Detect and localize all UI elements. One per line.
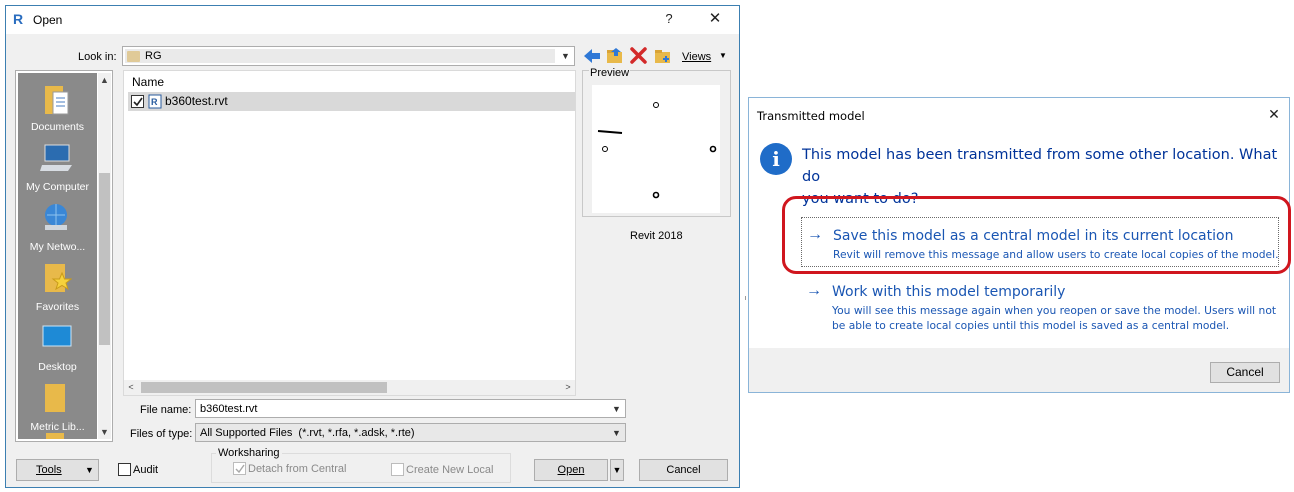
views-menu[interactable]: Views <box>682 50 711 64</box>
preview-label: Preview <box>589 66 631 80</box>
worksharing-label: Worksharing <box>216 446 282 460</box>
chevron-down-icon: ▼ <box>85 465 94 475</box>
audit-checkbox[interactable] <box>118 463 131 476</box>
file-row[interactable]: R b360test.rvt <box>128 92 575 111</box>
create-local-label: Create New Local <box>406 464 494 476</box>
documents-icon <box>45 86 69 115</box>
place-metric-library[interactable]: Metric Lib... <box>18 377 97 437</box>
preview-panel <box>582 70 731 217</box>
place-label: My Computer <box>25 181 89 193</box>
place-label: Documents <box>30 121 85 133</box>
cancel-button[interactable]: Cancel <box>639 459 728 481</box>
option-work-temporarily[interactable]: → Work with this model temporarily You w… <box>801 281 1279 337</box>
new-folder-icon[interactable] <box>654 47 672 64</box>
column-header-name[interactable]: Name <box>132 75 164 89</box>
back-arrow-icon[interactable] <box>583 48 601 64</box>
file-name-input[interactable]: b360test.rvt ▼ <box>195 399 626 418</box>
title-bar: R Open ? ✕ <box>6 6 739 34</box>
svg-text:R: R <box>151 97 158 107</box>
tools-label: Tools <box>36 464 62 476</box>
close-button[interactable]: ✕ <box>1264 104 1284 124</box>
delete-icon[interactable] <box>630 47 647 64</box>
selection-highlight <box>125 49 555 63</box>
rvt-file-icon: R <box>148 94 162 109</box>
help-button[interactable]: ? <box>659 9 679 29</box>
scroll-up-icon[interactable]: ▲ <box>98 73 111 87</box>
open-dialog: R Open ? ✕ Look in: RG ▼ Views ▼ Documen… <box>5 5 740 488</box>
version-label: Revit 2018 <box>630 230 683 242</box>
detach-label: Detach from Central <box>248 463 347 475</box>
place-label: Desktop <box>38 361 77 373</box>
scroll-thumb[interactable] <box>141 382 387 393</box>
look-in-label: Look in: <box>78 51 117 63</box>
chevron-down-icon[interactable]: ▼ <box>608 424 625 441</box>
place-label: My Netwo... <box>29 241 86 253</box>
arrow-right-icon: → <box>806 282 822 299</box>
place-documents[interactable]: Documents <box>18 77 97 137</box>
open-label: Open <box>557 464 585 476</box>
files-of-type-select[interactable]: All Supported Files (*.rvt, *.rfa, *.ads… <box>195 423 626 442</box>
place-network[interactable]: My Netwo... <box>18 197 97 257</box>
scroll-right-icon[interactable]: > <box>561 380 575 395</box>
dialog-title: Transmitted model <box>757 109 865 123</box>
horizontal-scrollbar[interactable]: < > <box>124 380 575 395</box>
create-local-checkbox[interactable] <box>391 463 404 476</box>
scroll-thumb[interactable] <box>99 173 110 345</box>
detach-checkbox[interactable] <box>233 462 246 475</box>
network-icon <box>45 204 67 230</box>
open-button[interactable]: Open <box>534 459 608 481</box>
places-sidebar: Documents My Computer My Netwo... Favori… <box>15 70 113 442</box>
close-button[interactable]: ✕ <box>705 9 725 29</box>
revit-logo-icon: R <box>13 11 24 27</box>
audit-label: Audit <box>133 464 159 476</box>
scroll-left-icon[interactable]: < <box>124 380 138 395</box>
places-list: Documents My Computer My Netwo... Favori… <box>18 73 97 439</box>
option-detail: You will see this message again when you… <box>832 304 1277 317</box>
desktop-icon <box>42 325 72 347</box>
option-heading: Work with this model temporarily <box>832 284 1066 300</box>
chevron-down-icon[interactable]: ▼ <box>557 47 574 65</box>
tools-button[interactable]: Tools ▼ <box>16 459 99 481</box>
places-scrollbar[interactable]: ▲ ▼ <box>98 73 111 439</box>
info-icon: i <box>760 143 792 175</box>
preview-thumbnail <box>592 85 720 213</box>
message-line: This model has been transmitted from som… <box>802 147 1278 185</box>
look-in-combo[interactable]: RG ▼ <box>122 46 575 66</box>
highlight-ring <box>782 196 1291 274</box>
file-list: Name R b360test.rvt < > <box>123 70 576 396</box>
place-my-computer[interactable]: My Computer <box>18 137 97 197</box>
files-of-type-value: All Supported Files (*.rvt, *.rfa, *.ads… <box>200 427 415 439</box>
look-in-value: RG <box>145 50 162 62</box>
file-name-value: b360test.rvt <box>200 403 258 415</box>
option-detail: be able to create local copies until thi… <box>832 319 1230 332</box>
folder-icon <box>46 433 64 439</box>
place-label: Metric Lib... <box>30 421 85 433</box>
files-of-type-label: Files of type: <box>130 428 193 440</box>
computer-icon <box>40 144 72 171</box>
dialog-footer: Cancel <box>749 348 1289 392</box>
place-desktop[interactable]: Desktop <box>18 317 97 377</box>
place-favorites[interactable]: Favorites <box>18 257 97 317</box>
folder-icon <box>45 384 65 412</box>
file-checkbox[interactable] <box>131 95 144 108</box>
chevron-down-icon[interactable]: ▼ <box>608 400 625 417</box>
views-chevron-icon[interactable]: ▼ <box>719 51 727 60</box>
file-name: b360test.rvt <box>165 94 228 108</box>
favorites-icon <box>45 264 72 292</box>
scroll-down-icon[interactable]: ▼ <box>98 425 111 439</box>
folder-up-icon[interactable] <box>606 47 624 64</box>
place-label: Favorites <box>35 301 80 313</box>
dialog-title: Open <box>33 13 63 27</box>
open-options-button[interactable]: ▼ <box>610 459 624 481</box>
divider-mark <box>745 296 746 300</box>
cancel-button[interactable]: Cancel <box>1210 362 1280 383</box>
file-name-label: File name: <box>140 404 192 416</box>
